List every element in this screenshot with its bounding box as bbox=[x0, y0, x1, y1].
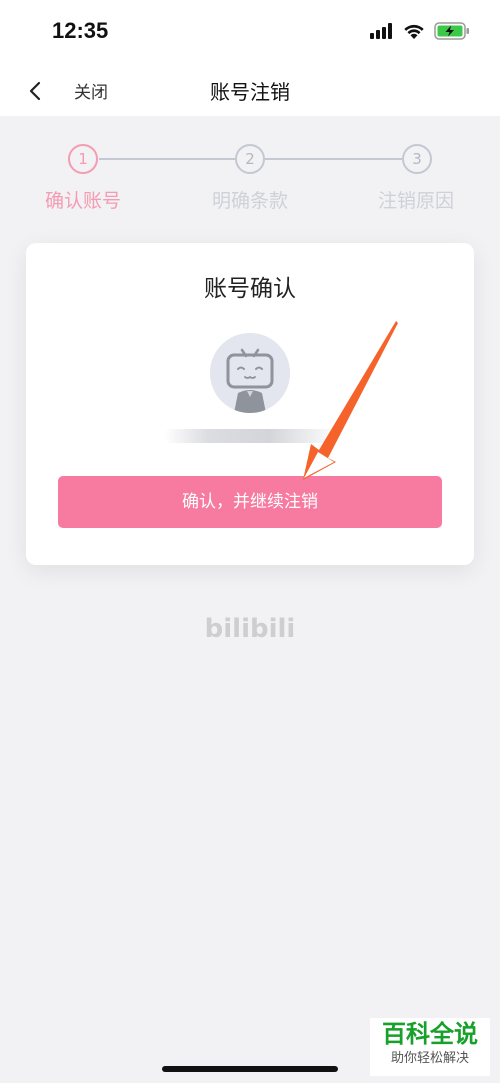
bilibili-tv-avatar-icon bbox=[210, 333, 290, 413]
step-1-circle: 1 bbox=[68, 144, 98, 174]
battery-charging-icon bbox=[434, 22, 469, 40]
home-indicator bbox=[162, 1066, 338, 1072]
step-3-circle: 3 bbox=[402, 144, 432, 174]
account-confirm-card: 账号确认 确认，并继续注销 bbox=[26, 243, 474, 565]
wifi-icon bbox=[404, 24, 424, 39]
page-title: 账号注销 bbox=[210, 80, 290, 104]
status-icons bbox=[370, 22, 470, 40]
nav-bar: 关闭 账号注销 bbox=[0, 66, 500, 116]
avatar bbox=[210, 333, 290, 413]
step-2-label: 明确条款 bbox=[211, 190, 288, 212]
signal-icon bbox=[370, 23, 392, 39]
step-3-label: 注销原因 bbox=[377, 190, 454, 212]
step-2-circle: 2 bbox=[235, 144, 265, 174]
progress-steps: 1 2 3 确认账号 明确条款 注销原因 bbox=[0, 140, 500, 220]
status-time: 12:35 bbox=[52, 18, 109, 43]
username-blurred bbox=[164, 429, 339, 443]
confirm-continue-button[interactable]: 确认，并继续注销 bbox=[58, 476, 442, 528]
watermark-badge: 百科全说 助你轻松解决 bbox=[370, 1018, 490, 1076]
status-bar: 12:35 bbox=[0, 0, 500, 66]
step-1-label: 确认账号 bbox=[44, 190, 121, 212]
watermark-subtitle: 助你轻松解决 bbox=[390, 1051, 469, 1066]
watermark-title: 百科全说 bbox=[382, 1020, 478, 1048]
card-title: 账号确认 bbox=[204, 276, 296, 302]
step-connector bbox=[265, 158, 402, 160]
step-connector bbox=[99, 158, 235, 160]
bilibili-logo: bilibili bbox=[204, 614, 296, 644]
